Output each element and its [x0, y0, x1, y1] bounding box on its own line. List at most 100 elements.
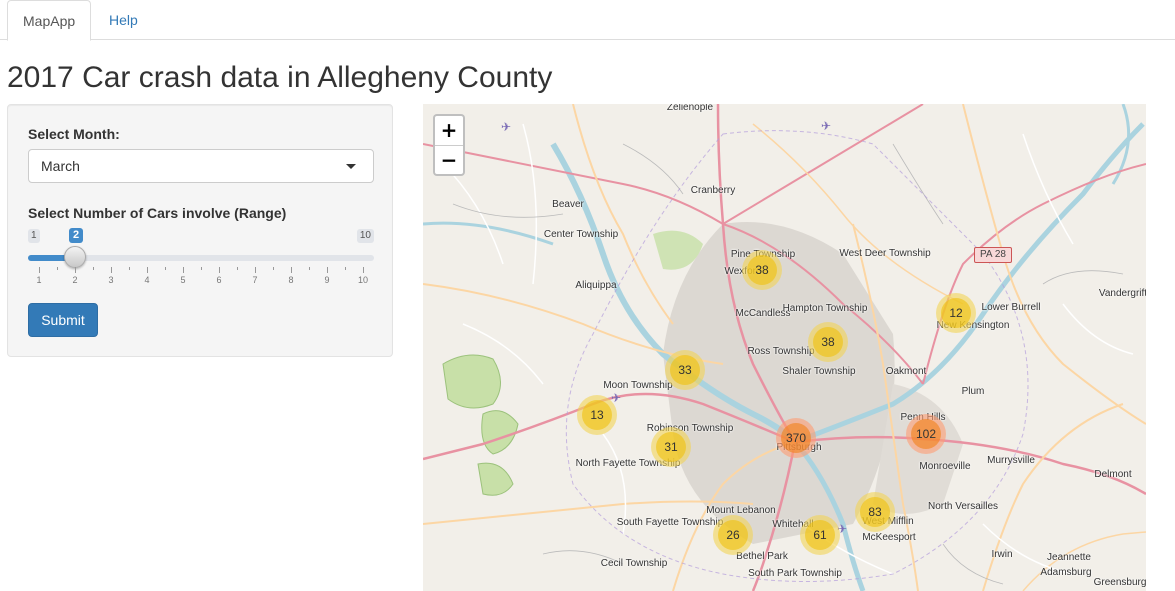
sidebar-panel: Select Month: March Select Number of Car… [7, 104, 393, 357]
page-title: 2017 Car crash data in Allegheny County [7, 61, 553, 94]
nav-tabs: MapApp Help [0, 0, 1175, 41]
airport-icon: ✈ [821, 119, 832, 133]
place-label: Ross Township [747, 346, 815, 357]
cluster-count: 12 [941, 298, 971, 328]
place-label: Moon Township [603, 380, 673, 391]
cluster-marker[interactable]: 38 [808, 322, 848, 362]
slider-tick [201, 267, 202, 270]
place-label: South Park Township [748, 568, 842, 579]
slider-tick [75, 267, 76, 273]
place-label: Plum [961, 386, 985, 397]
cluster-count: 38 [747, 255, 777, 285]
cluster-marker[interactable]: 31 [651, 427, 691, 467]
cluster-marker[interactable]: 61 [800, 515, 840, 555]
slider-tick [39, 267, 40, 273]
submit-button[interactable]: Submit [28, 303, 98, 337]
place-label: Vandergrift [1098, 288, 1146, 299]
slider-tick-label: 9 [324, 275, 330, 285]
cluster-count: 370 [781, 423, 811, 453]
slider-max-label: 10 [356, 229, 374, 243]
cars-range-slider[interactable]: 1 10 2 1 2 3 4 5 6 7 8 9 10 [28, 227, 374, 287]
slider-tick [219, 267, 220, 273]
slider-tick [291, 267, 292, 273]
cluster-marker[interactable]: 33 [665, 350, 705, 390]
place-label: South Fayette Township [616, 517, 724, 528]
zoom-out-button[interactable]: − [435, 146, 463, 175]
slider-tick-label: 1 [36, 275, 42, 285]
cluster-marker[interactable]: 83 [855, 492, 895, 532]
zoom-control: + − [433, 114, 465, 176]
cluster-marker[interactable]: 26 [713, 515, 753, 555]
cluster-marker[interactable]: 370 [776, 418, 816, 458]
place-label: Cranberry [690, 185, 736, 196]
map-view[interactable]: + − ✈ ✈ ✈ ✈ PA 28 Zelienople Cranberry Bea… [423, 104, 1146, 591]
place-label: Shaler Township [782, 366, 856, 377]
place-label: Oakmont [885, 366, 927, 377]
slider-tick-label: 6 [216, 275, 222, 285]
place-label: McKeesport [862, 532, 916, 543]
place-label: Monroeville [919, 461, 971, 472]
cluster-marker[interactable]: 12 [936, 293, 976, 333]
cluster-marker[interactable]: 102 [906, 414, 946, 454]
place-label: Mount Lebanon [706, 505, 776, 516]
place-label: Lower Burrell [981, 302, 1041, 313]
slider-tick [165, 267, 166, 270]
cluster-marker[interactable]: 38 [742, 250, 782, 290]
slider-tick-label: 5 [180, 275, 186, 285]
place-label: North Versailles [927, 501, 999, 512]
cars-range-label: Select Number of Cars involve (Range) [28, 205, 287, 221]
month-label: Select Month: [28, 126, 120, 142]
place-label: Beaver [552, 199, 584, 210]
chevron-down-icon [346, 164, 356, 169]
zoom-in-button[interactable]: + [435, 116, 463, 146]
place-label: Cecil Township [600, 558, 668, 569]
slider-value-label: 2 [69, 228, 84, 243]
slider-tick [255, 267, 256, 273]
slider-tick [129, 267, 130, 270]
cluster-count: 26 [718, 520, 748, 550]
slider-tick [111, 267, 112, 273]
month-select[interactable]: March [28, 149, 374, 183]
slider-min-label: 1 [28, 229, 40, 243]
place-label: Murrysville [987, 455, 1035, 466]
cluster-count: 102 [911, 419, 941, 449]
slider-tick [147, 267, 148, 273]
slider-tick [363, 267, 364, 273]
cluster-marker[interactable]: 13 [577, 395, 617, 435]
place-label: West Deer Township [839, 248, 931, 259]
place-label: Delmont [1094, 469, 1132, 480]
slider-tick-label: 10 [357, 275, 369, 285]
cluster-count: 38 [813, 327, 843, 357]
cluster-count: 31 [656, 432, 686, 462]
slider-tick [273, 267, 274, 270]
cluster-count: 61 [805, 520, 835, 550]
slider-handle[interactable] [64, 246, 86, 268]
place-label: Zelienople [666, 104, 714, 113]
slider-tick-label: 8 [288, 275, 294, 285]
place-label: Jeannette [1047, 552, 1091, 563]
slider-tick-label: 7 [252, 275, 258, 285]
slider-tick [345, 267, 346, 270]
place-label: Greensburg [1093, 577, 1146, 588]
airport-icon: ✈ [501, 120, 512, 134]
place-label: Irwin [991, 549, 1013, 560]
slider-tick [327, 267, 328, 273]
slider-tick [93, 267, 94, 270]
place-label: Adamsburg [1040, 567, 1092, 578]
slider-tick [57, 267, 58, 270]
cluster-count: 33 [670, 355, 700, 385]
slider-tick [237, 267, 238, 270]
slider-tick-label: 2 [72, 275, 78, 285]
place-label: Hampton Township [782, 303, 868, 314]
place-label: Center Township [543, 229, 619, 240]
month-select-value: March [41, 158, 80, 174]
slider-tick-label: 3 [108, 275, 114, 285]
tab-mapapp[interactable]: MapApp [7, 0, 91, 41]
route-shield: PA 28 [974, 247, 1012, 263]
cluster-count: 13 [582, 400, 612, 430]
slider-tick [309, 267, 310, 270]
slider-tick-label: 4 [144, 275, 150, 285]
place-label: Bethel Park [736, 551, 788, 562]
place-label: Aliquippa [575, 280, 617, 291]
tab-help[interactable]: Help [94, 0, 153, 41]
